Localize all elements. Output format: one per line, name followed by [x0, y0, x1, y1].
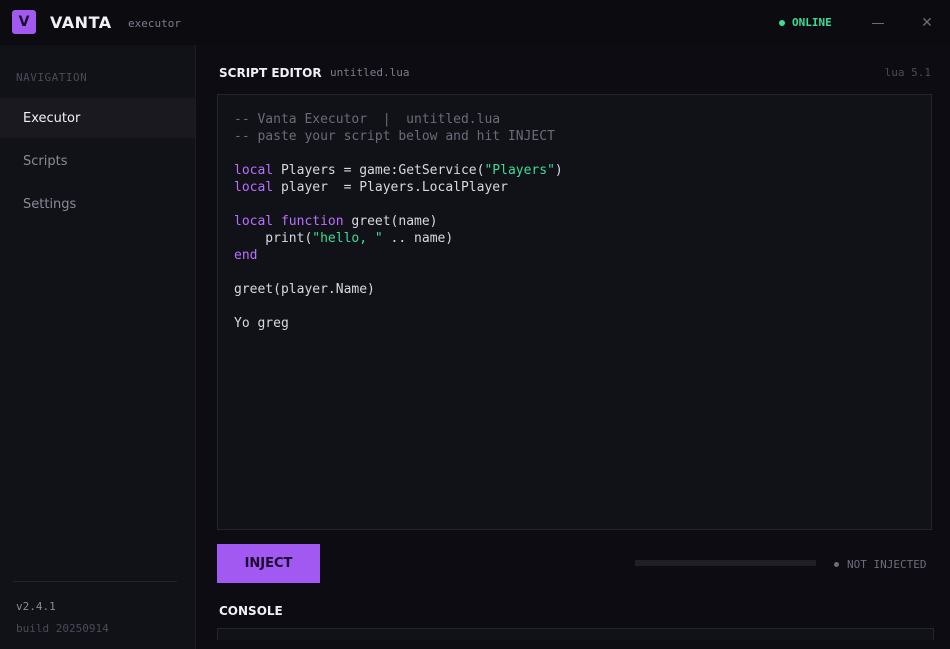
console-output[interactable] [217, 628, 934, 640]
inject-status-dot-icon [834, 562, 839, 567]
sidebar-item-executor[interactable]: Executor [0, 98, 195, 138]
code-line: -- paste your script below and hit INJEC… [234, 129, 555, 144]
console-title: CONSOLE [219, 604, 283, 618]
editor-file-name: untitled.lua [330, 66, 410, 79]
minimize-button[interactable] [867, 12, 889, 34]
sidebar-item-label: Executor [23, 110, 81, 126]
sidebar-item-settings[interactable]: Settings [0, 184, 195, 224]
code-line: greet(player.Name) [234, 282, 375, 297]
code-line: local player = Players.LocalPlayer [234, 180, 508, 195]
app-logo: V [12, 10, 36, 34]
minimize-icon [872, 22, 884, 24]
sidebar-item-label: Scripts [23, 153, 68, 169]
sidebar-divider [13, 581, 177, 582]
nav-heading: NAVIGATION [16, 71, 88, 84]
close-button[interactable]: ✕ [916, 12, 938, 34]
connection-status: ONLINE [779, 16, 832, 29]
version-label: v2.4.1 [16, 600, 56, 613]
inject-status: NOT INJECTED [834, 558, 926, 571]
editor-language: lua 5.1 [884, 66, 931, 79]
sidebar-item-label: Settings [23, 196, 77, 212]
code-line: Yo greg [234, 316, 289, 331]
app-name: VANTA [50, 13, 112, 32]
title-bar: V VANTA executor ONLINE ✕ [0, 0, 950, 45]
connection-status-label: ONLINE [792, 16, 832, 29]
code-line: local Players = game:GetService("Players… [234, 163, 563, 178]
inject-button[interactable]: INJECT [217, 544, 320, 583]
app-subtitle: executor [128, 17, 181, 30]
main-panel: SCRIPT EDITOR untitled.lua lua 5.1 -- Va… [195, 45, 950, 649]
editor-title: SCRIPT EDITOR [219, 66, 322, 80]
code-line: local function greet(name) [234, 214, 438, 229]
inject-progress-bar [635, 560, 816, 566]
inject-status-label: NOT INJECTED [847, 558, 927, 571]
build-label: build 20250914 [16, 622, 109, 635]
code-line: end [234, 248, 258, 263]
sidebar-item-scripts[interactable]: Scripts [0, 141, 195, 181]
code-line: print("hello, " .. name) [234, 231, 454, 246]
close-icon: ✕ [921, 15, 933, 31]
status-dot-icon [779, 19, 785, 26]
sidebar: NAVIGATION Executor Scripts Settings v2.… [0, 45, 195, 649]
script-editor[interactable]: -- Vanta Executor | untitled.lua -- past… [217, 94, 932, 530]
code-line: -- Vanta Executor | untitled.lua [234, 112, 501, 127]
script-code[interactable]: -- Vanta Executor | untitled.lua -- past… [234, 111, 563, 332]
